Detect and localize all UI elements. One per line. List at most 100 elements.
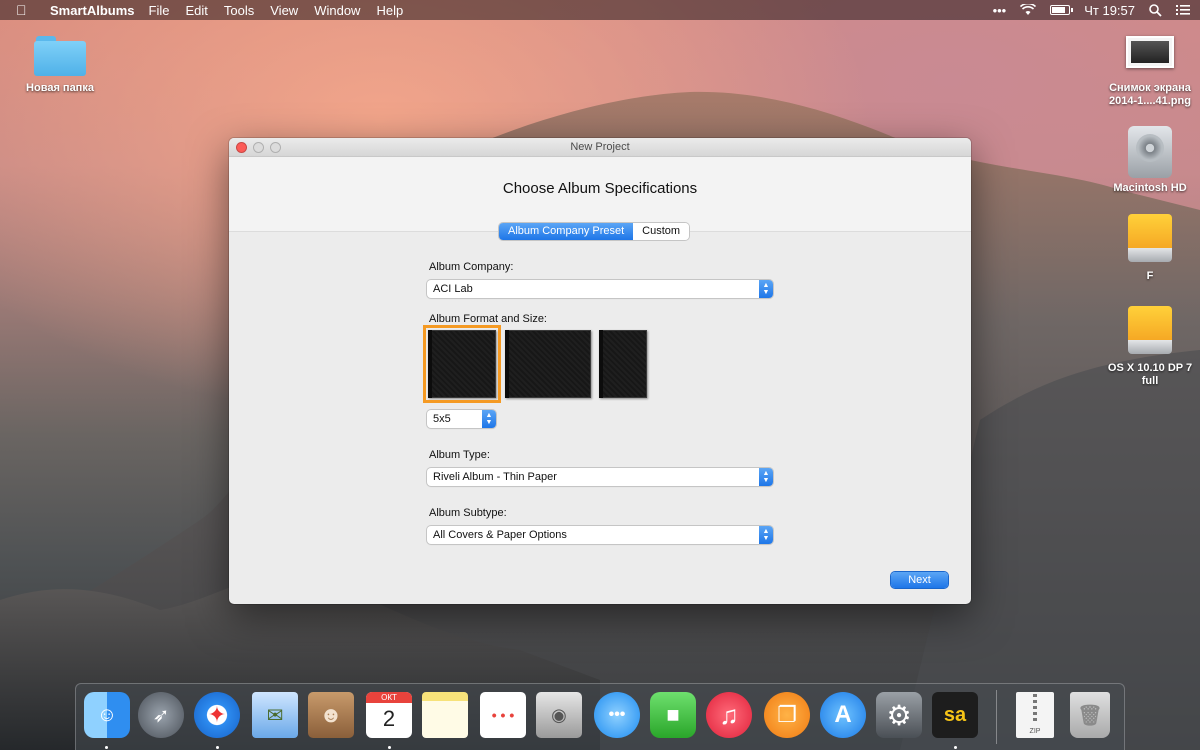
- stamp-icon: ✉: [266, 704, 284, 727]
- book-icon: ❐: [777, 702, 797, 727]
- popup-arrows-icon: ▲ ▼: [759, 526, 773, 544]
- dock-facetime[interactable]: ■: [650, 692, 696, 738]
- dock-app-store[interactable]: A: [820, 692, 866, 738]
- album-type-select[interactable]: Riveli Album - Thin Paper ▲ ▼: [427, 468, 773, 486]
- dock-contacts[interactable]: ☻: [308, 692, 354, 738]
- dock-trash[interactable]: 🗑: [1070, 692, 1110, 738]
- album-subtype-label: Album Subtype:: [429, 507, 507, 519]
- menu-app-name[interactable]: SmartAlbums: [50, 3, 135, 18]
- folder-label: Новая папка: [26, 82, 94, 94]
- app-store-icon: A: [834, 701, 852, 728]
- clock[interactable]: Чт 19:57: [1084, 3, 1135, 18]
- next-button[interactable]: Next: [891, 572, 948, 588]
- tab-custom[interactable]: Custom: [633, 223, 690, 240]
- hard-drive-icon: [1128, 126, 1172, 178]
- dock-ibooks[interactable]: ❐: [764, 692, 810, 738]
- finder-icon: ☺: [96, 703, 118, 726]
- video-camera-icon: ■: [666, 702, 680, 727]
- external-drive-icon: [1128, 306, 1172, 356]
- dock-system-preferences[interactable]: ⚙: [876, 692, 922, 738]
- album-size-select[interactable]: 5x5 ▲ ▼: [427, 410, 496, 428]
- dock-finder[interactable]: ☺: [84, 692, 130, 738]
- drive-f-label: F: [1146, 270, 1154, 282]
- dock-messages[interactable]: •••: [594, 692, 640, 738]
- dock-safari[interactable]: ✦: [194, 692, 240, 738]
- menu-tools[interactable]: Tools: [224, 3, 254, 18]
- calendar-day: 2: [382, 706, 396, 731]
- album-type-value: Riveli Album - Thin Paper: [433, 471, 557, 483]
- apple-icon[interactable]: : [16, 2, 32, 18]
- menu-help[interactable]: Help: [376, 3, 403, 18]
- notes-icon: [422, 692, 468, 738]
- running-indicator: [216, 746, 219, 749]
- album-type-label: Album Type:: [429, 449, 490, 461]
- calendar-month: ОКТ: [366, 692, 412, 703]
- dock-launchpad[interactable]: ➶: [138, 692, 184, 738]
- desktop-osx-installer[interactable]: OS X 10.10 DP 7 full: [1100, 306, 1200, 388]
- window-titlebar[interactable]: New Project: [229, 138, 971, 157]
- album-company-label: Album Company:: [429, 261, 514, 273]
- dock-photo-booth[interactable]: ◉: [536, 692, 582, 738]
- running-indicator: [388, 746, 391, 749]
- album-size-value: 5x5: [433, 413, 451, 425]
- menu-window[interactable]: Window: [314, 3, 360, 18]
- popup-arrows-icon: ▲ ▼: [759, 468, 773, 486]
- dock: ☺ ➶ ✦ ✉ ☻ ОКТ 2 • • • ◉ ••• ■ ♫ ❐ A ⚙ sa…: [75, 683, 1125, 750]
- compass-icon: ✦: [207, 702, 227, 727]
- reminders-icon: • • •: [491, 707, 515, 723]
- zip-file-icon: [1033, 694, 1037, 722]
- window-title: New Project: [570, 141, 630, 153]
- dock-mail[interactable]: ✉: [252, 692, 298, 738]
- osx-label-line1: OS X 10.10 DP 7: [1107, 362, 1193, 374]
- mode-segmented-control: Album Company Preset Custom: [499, 223, 690, 240]
- menu-view[interactable]: View: [270, 3, 298, 18]
- album-format-label: Album Format and Size:: [429, 313, 547, 325]
- photos-icon: ◉: [551, 704, 567, 725]
- tab-album-company-preset[interactable]: Album Company Preset: [499, 223, 634, 240]
- desktop-screenshot-file[interactable]: Снимок экрана 2014-1....41.png: [1100, 36, 1200, 108]
- dock-notes[interactable]: [422, 692, 468, 738]
- contacts-icon: ☻: [319, 702, 343, 727]
- spotlight-icon[interactable]: [1149, 3, 1162, 17]
- zip-label: ZIP: [1029, 728, 1041, 735]
- dock-itunes[interactable]: ♫: [706, 692, 752, 738]
- external-drive-icon: [1128, 214, 1172, 264]
- new-project-window: New Project Choose Album Specifications …: [229, 138, 971, 604]
- gear-icon: ⚙: [886, 699, 912, 731]
- folder-icon: [34, 36, 86, 76]
- chat-bubble-icon: •••: [608, 706, 626, 723]
- screenshot-label-line2: 2014-1....41.png: [1109, 95, 1191, 107]
- battery-icon[interactable]: [1050, 5, 1074, 15]
- desktop-drive-f[interactable]: F: [1105, 214, 1195, 283]
- smartalbums-icon: sa: [943, 703, 967, 726]
- dock-separator: [996, 690, 997, 744]
- rocket-icon: ➶: [152, 704, 170, 727]
- dock-reminders[interactable]: • • •: [480, 692, 526, 738]
- running-indicator: [105, 746, 108, 749]
- album-format-portrait[interactable]: [599, 330, 647, 398]
- album-format-landscape[interactable]: [505, 330, 591, 398]
- menu-file[interactable]: File: [149, 3, 170, 18]
- window-header: Choose Album Specifications: [229, 157, 971, 232]
- more-icon[interactable]: •••: [993, 3, 1007, 18]
- running-indicator: [954, 746, 957, 749]
- desktop-macintosh-hd[interactable]: Macintosh HD: [1105, 126, 1195, 195]
- dock-calendar[interactable]: ОКТ 2: [366, 692, 412, 738]
- page-title: Choose Album Specifications: [502, 180, 698, 197]
- image-file-icon: [1126, 36, 1174, 68]
- dock-zip-file[interactable]: ZIP: [1016, 692, 1054, 738]
- album-format-square[interactable]: [423, 325, 501, 403]
- popup-arrows-icon: ▲ ▼: [759, 280, 773, 298]
- hdd-label: Macintosh HD: [1113, 182, 1187, 194]
- desktop-folder[interactable]: Новая папка: [20, 36, 100, 95]
- wifi-icon[interactable]: [1020, 4, 1037, 16]
- notification-center-icon[interactable]: [1176, 4, 1190, 16]
- osx-label-line2: full: [1141, 375, 1159, 387]
- album-company-select[interactable]: ACI Lab ▲ ▼: [427, 280, 773, 298]
- menu-edit[interactable]: Edit: [185, 3, 207, 18]
- trash-icon: 🗑: [1077, 704, 1103, 727]
- screenshot-label-line1: Снимок экрана: [1109, 82, 1191, 94]
- album-company-value: ACI Lab: [433, 283, 473, 295]
- album-subtype-select[interactable]: All Covers & Paper Options ▲ ▼: [427, 526, 773, 544]
- dock-smartalbums[interactable]: sa: [932, 692, 978, 738]
